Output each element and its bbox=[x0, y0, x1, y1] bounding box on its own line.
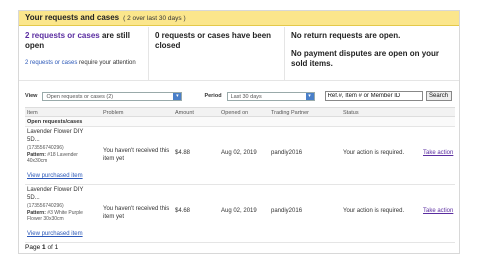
panel-subtitle: ( 2 over last 30 days ) bbox=[123, 15, 186, 22]
amount-value: $4.88 bbox=[175, 150, 191, 156]
status-text: Your action is required. bbox=[343, 208, 405, 214]
panel-title: Your requests and cases bbox=[25, 13, 120, 22]
item-pattern: Pattern: #3 White Purple Flower 30x30cm bbox=[27, 210, 99, 222]
closed-count-text: 0 requests or cases have been closed bbox=[155, 31, 272, 50]
period-label: Period bbox=[204, 93, 222, 99]
take-action-link[interactable]: Take action bbox=[423, 208, 453, 214]
view-purchased-item-link[interactable]: View purchased item bbox=[27, 231, 83, 237]
view-purchased-item-link[interactable]: View purchased item bbox=[27, 173, 83, 179]
col-opened[interactable]: Opened on bbox=[221, 110, 248, 116]
summary-open: 2 requests or cases are still open 2 req… bbox=[19, 27, 149, 80]
trading-partner[interactable]: pandiy2016 bbox=[271, 150, 302, 156]
period-select[interactable]: Last 30 days ▾ bbox=[226, 91, 315, 101]
search-button[interactable]: Search bbox=[425, 91, 452, 101]
open-count-text: 2 requests or cases are still open bbox=[25, 31, 142, 51]
cases-table: Item Problem Amount Opened on Trading Pa… bbox=[25, 107, 455, 243]
chevron-down-icon: ▾ bbox=[305, 92, 314, 100]
table-row: Lavender Flower DIY 5D... (173556740296)… bbox=[25, 185, 455, 243]
attention-link[interactable]: 2 requests or cases bbox=[25, 60, 77, 66]
summary-closed: 0 requests or cases have been closed bbox=[149, 27, 285, 80]
opened-date: Aug 02, 2019 bbox=[221, 208, 257, 214]
page-total[interactable]: 1 bbox=[55, 244, 59, 251]
panel-header: Your requests and cases ( 2 over last 30… bbox=[19, 11, 459, 26]
item-pattern: Pattern: #18 Lavender 40x30cm bbox=[27, 152, 99, 164]
chevron-down-icon: ▾ bbox=[173, 92, 182, 100]
col-item[interactable]: Item bbox=[27, 110, 38, 116]
item-title-link[interactable]: Lavender Flower DIY 5D... bbox=[27, 129, 97, 144]
trading-partner[interactable]: pandiy2016 bbox=[271, 208, 302, 214]
period-select-value: Last 30 days bbox=[230, 93, 262, 100]
col-partner[interactable]: Trading Partner bbox=[271, 110, 309, 116]
page-current: 1 bbox=[42, 244, 46, 251]
table-row: Lavender Flower DIY 5D... (173556740296)… bbox=[25, 127, 455, 185]
opened-date: Aug 02, 2019 bbox=[221, 150, 257, 156]
amount-value: $4.68 bbox=[175, 208, 191, 214]
item-title-link[interactable]: Lavender Flower DIY 5D... bbox=[27, 187, 97, 202]
disputes-text: No payment disputes are open on your sol… bbox=[291, 49, 440, 68]
returns-text: No return requests are open. bbox=[291, 31, 401, 40]
group-label: Open requests/cases bbox=[25, 117, 455, 127]
view-label: View bbox=[25, 93, 38, 99]
search-input[interactable] bbox=[324, 91, 423, 101]
col-status[interactable]: Status bbox=[343, 110, 359, 116]
summary-section: 2 requests or cases are still open 2 req… bbox=[19, 27, 459, 81]
open-count-label: requests or cases bbox=[31, 31, 100, 40]
status-text: Your action is required. bbox=[343, 150, 405, 156]
col-amount[interactable]: Amount bbox=[175, 110, 194, 116]
table-header: Item Problem Amount Opened on Trading Pa… bbox=[25, 107, 455, 117]
summary-returns: No return requests are open. No payment … bbox=[285, 27, 459, 80]
filter-bar: View Open requests or cases (2) ▾ Period… bbox=[19, 89, 459, 103]
page-of: of bbox=[47, 244, 53, 251]
view-select[interactable]: Open requests or cases (2) ▾ bbox=[42, 91, 183, 101]
attention-text: 2 requests or cases require your attenti… bbox=[25, 59, 142, 67]
item-id: (173556740296) bbox=[27, 203, 64, 209]
requests-panel: Your requests and cases ( 2 over last 30… bbox=[18, 10, 460, 254]
col-problem[interactable]: Problem bbox=[103, 110, 123, 116]
problem-text: You haven't received this item yet bbox=[103, 206, 170, 220]
attention-rest: require your attention bbox=[77, 60, 136, 66]
page-label: Page bbox=[25, 244, 41, 251]
open-count: 2 bbox=[25, 31, 30, 40]
pagination: Page 1 of 1 bbox=[25, 244, 58, 251]
take-action-link[interactable]: Take action bbox=[423, 150, 453, 156]
view-select-value: Open requests or cases (2) bbox=[46, 93, 114, 100]
problem-text: You haven't received this item yet bbox=[103, 148, 170, 162]
item-id: (173556740296) bbox=[27, 145, 64, 151]
